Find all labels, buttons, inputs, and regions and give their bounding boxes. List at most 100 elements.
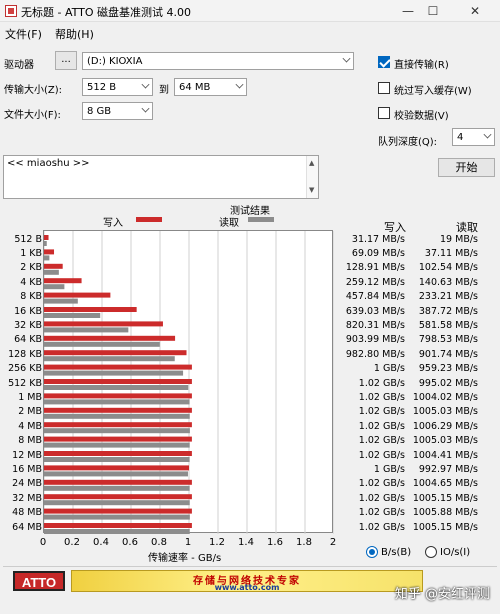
- read-bar: [44, 313, 101, 318]
- write-value: 1.02 GB/s: [358, 420, 405, 432]
- read-value: 1004.65 MB/s: [412, 478, 478, 490]
- write-bar: [44, 321, 163, 327]
- write-bar: [44, 335, 176, 341]
- menu-file[interactable]: 文件(F): [5, 26, 42, 42]
- write-value: 259.12 MB/s: [345, 276, 405, 288]
- y-tick-label: 4 KB: [20, 276, 42, 288]
- read-value: 1005.15 MB/s: [412, 492, 478, 504]
- y-tick-label: 16 MB: [12, 463, 42, 475]
- unit-bytes-label: B/s(B): [381, 547, 412, 558]
- y-tick-label: 12 MB: [12, 449, 42, 461]
- direct-io-checkbox[interactable]: [378, 56, 390, 68]
- browse-button[interactable]: ...: [55, 51, 77, 70]
- write-bar: [44, 379, 192, 384]
- write-bar: [44, 364, 192, 370]
- close-button[interactable]: ✕: [464, 2, 486, 20]
- y-tick-label: 4 MB: [18, 420, 42, 432]
- maximize-button[interactable]: ☐: [422, 2, 444, 20]
- read-bar: [44, 471, 188, 477]
- read-bar: [44, 269, 59, 275]
- x-tick-label: 0.8: [151, 537, 167, 548]
- file-size-label: 文件大小(F):: [4, 110, 61, 121]
- queue-depth-select[interactable]: 4: [452, 128, 495, 146]
- read-bar: [44, 428, 190, 434]
- x-tick-label: 0: [39, 537, 47, 548]
- x-tick-label: 2: [329, 537, 337, 548]
- read-bar: [44, 385, 189, 390]
- y-tick-label: 64 MB: [12, 521, 42, 533]
- write-value: 1.02 GB/s: [358, 391, 405, 403]
- read-bar: [44, 529, 190, 534]
- read-value: 233.21 MB/s: [418, 291, 478, 303]
- bypass-write-cache-checkbox[interactable]: [378, 82, 390, 94]
- write-bar: [44, 235, 49, 240]
- read-bar: [44, 413, 190, 419]
- read-legend-label: 读取: [219, 218, 239, 229]
- write-bar: [44, 278, 82, 284]
- y-tick-label: 256 KB: [8, 363, 42, 375]
- file-size-value: 8 GB: [87, 106, 112, 117]
- write-bar: [44, 436, 192, 442]
- chart-scrollbar[interactable]: [333, 230, 343, 533]
- write-bar: [44, 479, 192, 485]
- app-icon: [5, 5, 17, 17]
- read-bar: [44, 457, 190, 462]
- write-bar: [44, 465, 189, 471]
- description-textarea[interactable]: << miaoshu >> ▲ ▼: [3, 155, 319, 199]
- x-axis-title: 传输速率 - GB/s: [148, 553, 222, 564]
- menu-help[interactable]: 帮助(H): [55, 26, 94, 42]
- drive-select[interactable]: (D:) KIOXIA: [82, 52, 354, 70]
- write-value: 69.09 MB/s: [351, 247, 405, 259]
- x-tick-label: 1.8: [296, 537, 312, 548]
- atto-banner[interactable]: 存储与网络技术专家 www.atto.com: [71, 570, 423, 592]
- write-bar: [44, 508, 192, 514]
- unit-io-label: IO/s(I): [440, 547, 471, 558]
- queue-depth-label: 队列深度(Q):: [378, 137, 438, 148]
- read-bar: [44, 370, 184, 376]
- banner-url: www.atto.com: [214, 583, 280, 592]
- read-value: 1005.03 MB/s: [412, 406, 478, 418]
- read-value: 581.58 MB/s: [418, 319, 478, 331]
- y-tick-label: 512 KB: [8, 377, 42, 389]
- verify-data-checkbox[interactable]: [378, 107, 390, 119]
- y-tick-label: 48 MB: [12, 507, 42, 519]
- bypass-write-cache-label: 统过写入缓存(W): [394, 86, 472, 97]
- minimize-button[interactable]: —: [397, 2, 419, 20]
- write-bar: [44, 422, 192, 428]
- write-value: 1.02 GB/s: [358, 435, 405, 447]
- write-bar: [44, 393, 192, 399]
- transfer-from-select[interactable]: 512 B: [82, 78, 153, 96]
- description-scrollbar[interactable]: ▲ ▼: [306, 156, 318, 198]
- file-size-select[interactable]: 8 GB: [82, 102, 153, 120]
- drive-value: (D:) KIOXIA: [87, 56, 143, 67]
- chart-svg: [44, 231, 334, 534]
- write-legend-swatch: [136, 217, 162, 222]
- read-value: 1005.15 MB/s: [412, 521, 478, 533]
- unit-bytes-radio[interactable]: [366, 546, 378, 558]
- write-value: 128.91 MB/s: [345, 262, 405, 274]
- write-value: 31.17 MB/s: [351, 233, 405, 245]
- atto-logo[interactable]: ATTO: [13, 571, 65, 591]
- write-value: 1.02 GB/s: [358, 521, 405, 533]
- start-button[interactable]: 开始: [438, 158, 495, 177]
- write-value: 1.02 GB/s: [358, 478, 405, 490]
- read-legend-swatch: [248, 217, 274, 222]
- y-tick-label: 64 KB: [14, 334, 42, 346]
- read-bar: [44, 356, 175, 362]
- y-tick-label: 8 MB: [18, 435, 42, 447]
- write-bar: [44, 249, 55, 255]
- read-bar: [44, 485, 190, 491]
- write-bar: [44, 350, 187, 356]
- write-bar: [44, 407, 192, 413]
- read-bar: [44, 255, 50, 261]
- read-value: 1004.02 MB/s: [412, 391, 478, 403]
- y-tick-label: 24 MB: [12, 478, 42, 490]
- read-value: 992.97 MB/s: [418, 463, 478, 475]
- write-value: 1.02 GB/s: [358, 406, 405, 418]
- write-value: 639.03 MB/s: [345, 305, 405, 317]
- transfer-to-select[interactable]: 64 MB: [174, 78, 247, 96]
- unit-io-radio[interactable]: [425, 546, 437, 558]
- write-value: 457.84 MB/s: [345, 291, 405, 303]
- transfer-from-value: 512 B: [87, 82, 117, 93]
- x-tick-label: 0.4: [93, 537, 109, 548]
